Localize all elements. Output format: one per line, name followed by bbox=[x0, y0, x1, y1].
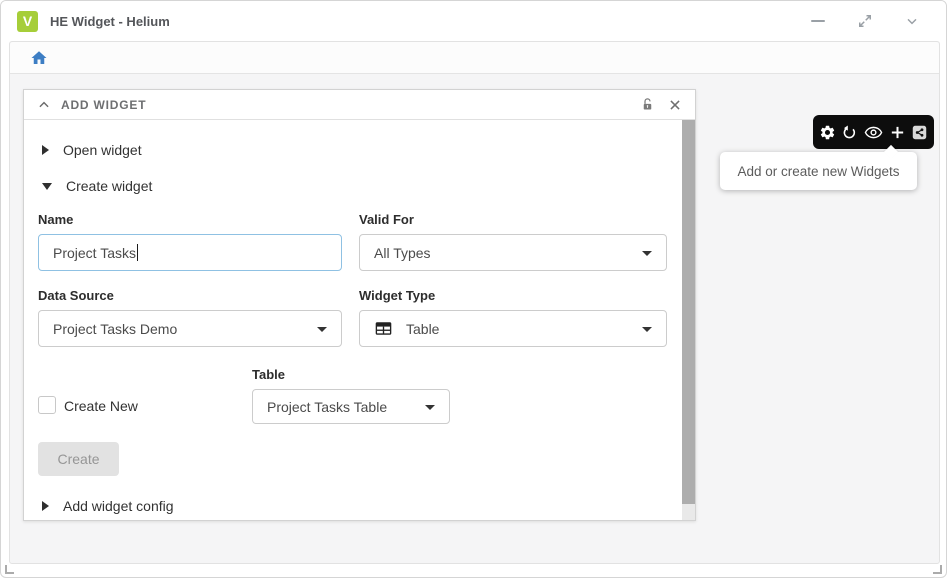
app-logo: V bbox=[17, 11, 38, 32]
table-label: Table bbox=[252, 367, 285, 382]
name-label: Name bbox=[38, 212, 73, 227]
valid-for-select[interactable]: All Types bbox=[359, 234, 667, 271]
window-title: HE Widget - Helium bbox=[50, 14, 170, 29]
open-widget-toggle[interactable]: Open widget bbox=[42, 142, 142, 158]
close-icon[interactable] bbox=[668, 98, 682, 112]
data-source-label: Data Source bbox=[38, 288, 114, 303]
undo-icon[interactable] bbox=[841, 124, 858, 141]
widget-type-select[interactable]: Table bbox=[359, 310, 667, 347]
create-widget-label: Create widget bbox=[66, 178, 152, 194]
widget-type-label: Widget Type bbox=[359, 288, 435, 303]
create-new-checkbox[interactable] bbox=[38, 396, 56, 414]
chevron-down-icon bbox=[642, 251, 652, 256]
share-widget-icon[interactable] bbox=[911, 124, 928, 141]
add-icon[interactable] bbox=[889, 124, 906, 141]
create-widget-toggle[interactable]: Create widget bbox=[42, 178, 152, 194]
open-widget-label: Open widget bbox=[63, 142, 142, 158]
chevron-down-icon bbox=[317, 327, 327, 332]
breadcrumb bbox=[10, 42, 939, 74]
text-cursor bbox=[137, 244, 138, 261]
tooltip-text: Add or create new Widgets bbox=[737, 164, 899, 179]
chevron-down-icon[interactable] bbox=[902, 11, 922, 31]
widget-toolbar bbox=[813, 115, 934, 149]
app-window: V HE Widget - Helium bbox=[0, 0, 947, 578]
chevron-down-icon bbox=[642, 327, 652, 332]
scrollbar-thumb[interactable] bbox=[682, 120, 695, 504]
valid-for-label: Valid For bbox=[359, 212, 414, 227]
add-widget-panel: ADD WIDGET Open bbox=[23, 89, 696, 521]
minimize-icon[interactable] bbox=[808, 11, 828, 31]
add-widget-panel-header: ADD WIDGET bbox=[24, 90, 695, 120]
gear-icon[interactable] bbox=[819, 124, 836, 141]
titlebar: V HE Widget - Helium bbox=[1, 1, 946, 41]
add-widget-config-toggle[interactable]: Add widget config bbox=[42, 498, 174, 514]
collapse-chevron-up-icon[interactable] bbox=[37, 98, 51, 112]
create-button[interactable]: Create bbox=[38, 442, 119, 476]
panel-scrollbar[interactable] bbox=[682, 120, 695, 520]
window-controls bbox=[808, 11, 930, 31]
table-icon bbox=[374, 319, 393, 338]
home-icon[interactable] bbox=[30, 49, 48, 67]
triangle-right-icon bbox=[42, 501, 49, 511]
data-source-select[interactable]: Project Tasks Demo bbox=[38, 310, 342, 347]
create-new-label: Create New bbox=[64, 398, 138, 414]
name-input[interactable]: Project Tasks bbox=[38, 234, 342, 271]
eye-icon[interactable] bbox=[864, 123, 883, 142]
panel-title: ADD WIDGET bbox=[61, 98, 146, 112]
triangle-right-icon bbox=[42, 145, 49, 155]
resize-handle-bottom-left[interactable] bbox=[5, 565, 14, 574]
expand-icon[interactable] bbox=[855, 11, 875, 31]
add-widget-config-label: Add widget config bbox=[63, 498, 174, 514]
unlock-icon[interactable] bbox=[640, 97, 655, 112]
table-select[interactable]: Project Tasks Table bbox=[252, 389, 450, 424]
triangle-down-icon bbox=[42, 183, 52, 190]
tooltip: Add or create new Widgets bbox=[720, 152, 917, 190]
resize-handle-bottom-right[interactable] bbox=[933, 565, 942, 574]
chevron-down-icon bbox=[425, 405, 435, 410]
